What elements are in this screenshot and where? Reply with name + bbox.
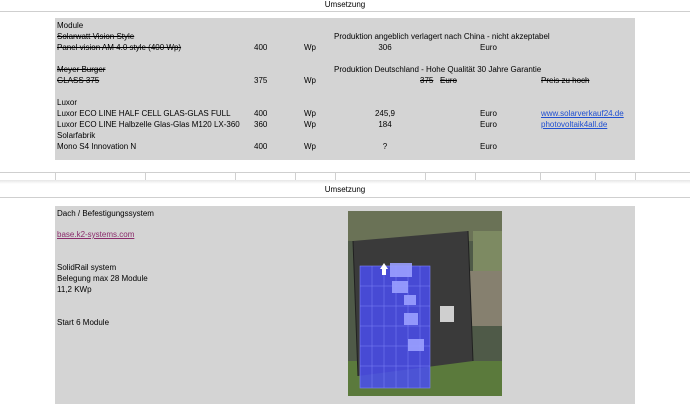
module-note: Produktion angeblich verlagert nach Chin… bbox=[334, 32, 550, 41]
module-name: Mono S4 Innovation N bbox=[57, 142, 137, 151]
shop-link[interactable]: photovoltaik4all.de bbox=[541, 120, 607, 130]
module-price: 245,9 bbox=[374, 109, 396, 118]
module-unit: Wp bbox=[304, 109, 316, 118]
module-currency: Euro bbox=[480, 43, 497, 52]
module-note: Produktion Deutschland - Hohe Qualität 3… bbox=[334, 65, 542, 74]
system-line: 11,2 KWp bbox=[57, 285, 92, 294]
module-currency: Euro bbox=[480, 142, 497, 151]
module-name: Meyer Burger bbox=[57, 65, 106, 74]
grid-line bbox=[0, 197, 690, 198]
module-price: 184 bbox=[378, 120, 392, 129]
module-price: 375 bbox=[420, 76, 434, 85]
module-power: 375 bbox=[254, 76, 268, 85]
section-label: Module bbox=[57, 21, 84, 30]
roof-layout-image bbox=[348, 211, 502, 396]
system-line: SolidRail system bbox=[57, 263, 117, 272]
module-name: Luxor ECO LINE HALF CELL GLAS-GLAS FULL bbox=[57, 109, 231, 118]
module-remark: Preis zu hoch bbox=[541, 76, 590, 85]
module-power: 400 bbox=[254, 142, 268, 151]
roof-heading: Dach / Befestigungssystem bbox=[57, 209, 154, 218]
module-currency: Euro bbox=[440, 76, 457, 85]
module-price: ? bbox=[382, 142, 388, 151]
system-line: Belegung max 28 Module bbox=[57, 274, 148, 283]
module-unit: Wp bbox=[304, 142, 316, 151]
sheet2-panel bbox=[55, 206, 635, 404]
shop-link[interactable]: www.solarverkauf24.de bbox=[541, 109, 624, 119]
module-unit: Wp bbox=[304, 43, 316, 52]
module-price: 306 bbox=[378, 43, 392, 52]
module-name: GLASS 375 bbox=[57, 76, 100, 85]
grid-line bbox=[0, 11, 690, 12]
module-brand: Luxor bbox=[57, 98, 78, 107]
module-name: Luxor ECO LINE Halbzelle Glas-Glas M120 … bbox=[57, 120, 240, 129]
sheet-separator bbox=[0, 180, 690, 184]
sheet1-title: Umsetzung bbox=[324, 0, 366, 9]
module-name: Panel vision AM 4.0 style (400 Wp) bbox=[57, 43, 182, 52]
module-brand: Solarfabrik bbox=[57, 131, 96, 140]
sheet2-title: Umsetzung bbox=[324, 185, 366, 194]
module-currency: Euro bbox=[480, 109, 497, 118]
k2-systems-link[interactable]: base.k2-systems.com bbox=[57, 230, 134, 240]
start-label: Start 6 Module bbox=[57, 318, 110, 327]
module-power: 360 bbox=[254, 120, 268, 129]
module-power: 400 bbox=[254, 109, 268, 118]
module-unit: Wp bbox=[304, 76, 316, 85]
module-currency: Euro bbox=[480, 120, 497, 129]
module-name: Solarwatt Vision Style bbox=[57, 32, 135, 41]
module-power: 400 bbox=[254, 43, 268, 52]
module-unit: Wp bbox=[304, 120, 316, 129]
grid-line bbox=[0, 172, 690, 173]
